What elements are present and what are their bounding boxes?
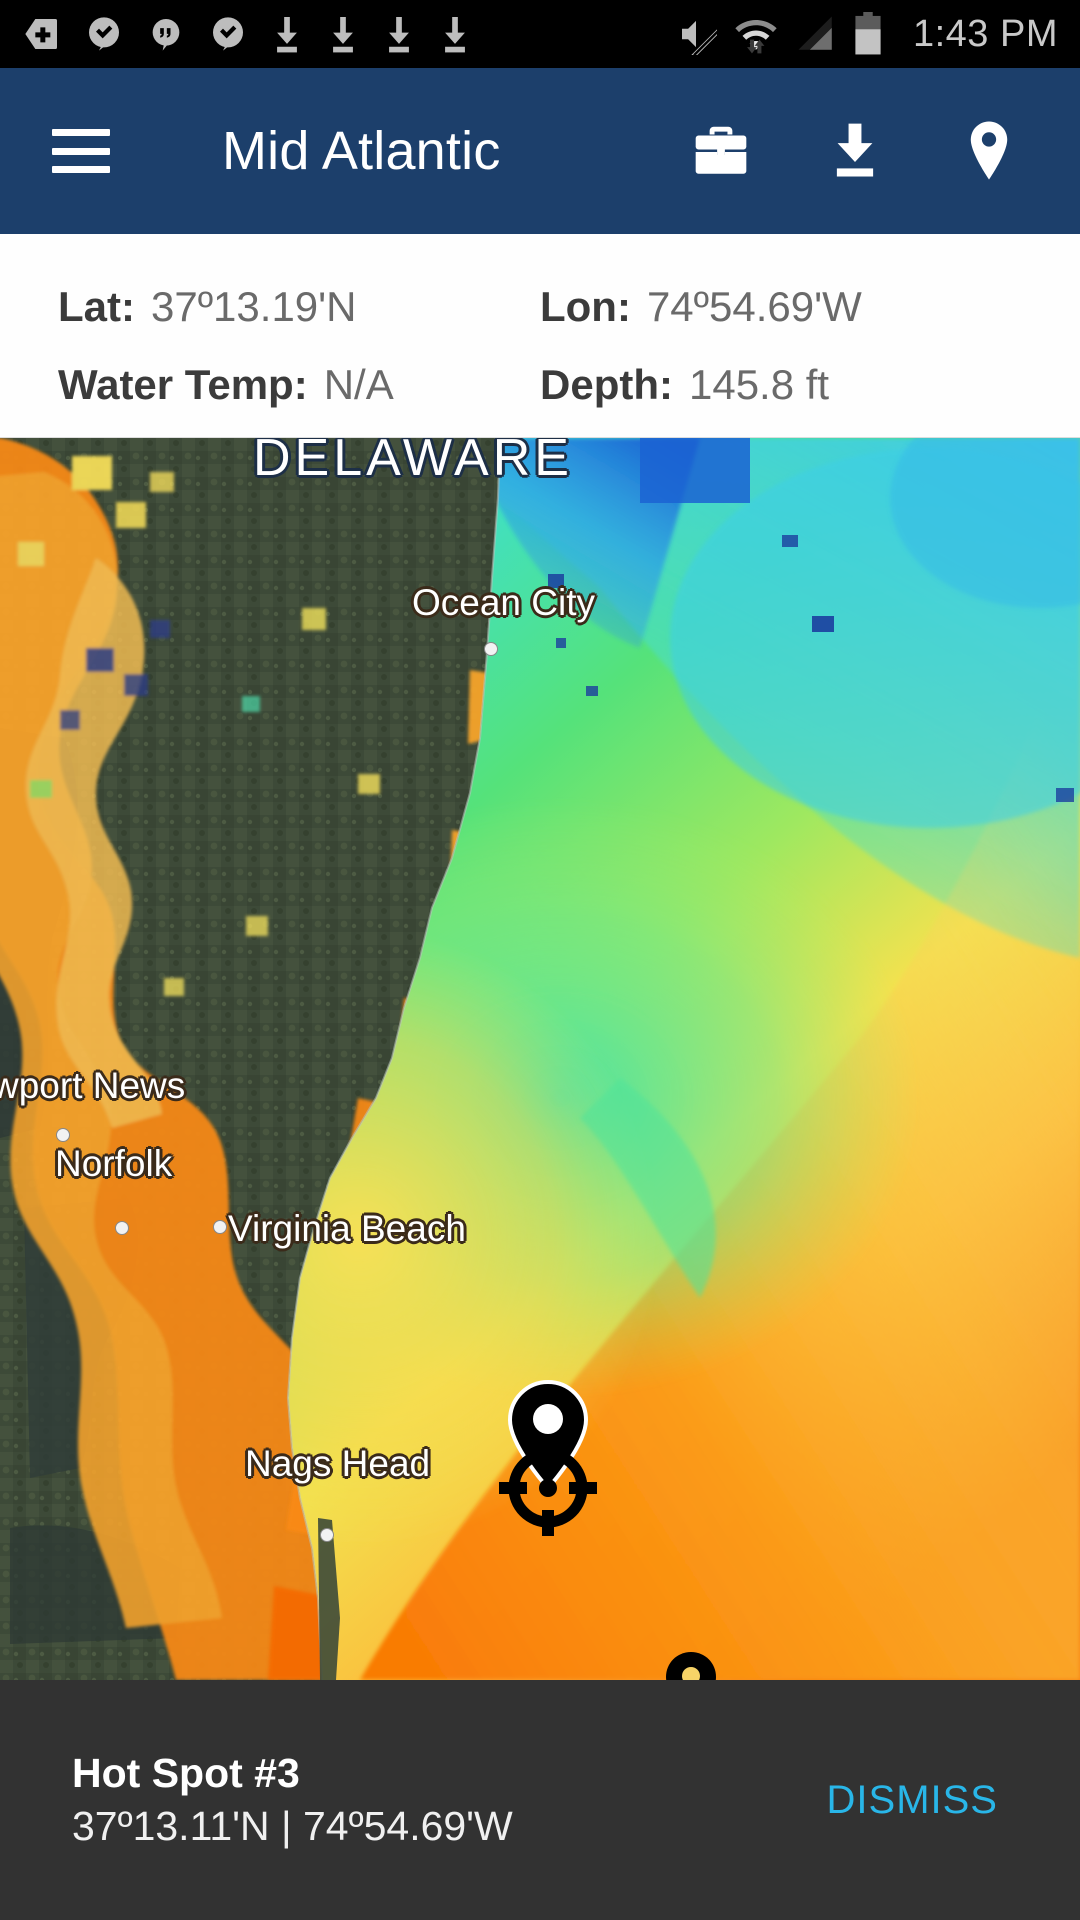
dismiss-button[interactable]: DISMISS xyxy=(827,1778,1080,1823)
lat-label: Lat: xyxy=(58,283,135,330)
map-marker-selected-hotspot[interactable] xyxy=(493,1376,603,1536)
city-dot xyxy=(115,1221,129,1235)
snackbar: Hot Spot #3 37º13.11'N | 74º54.69'W DISM… xyxy=(0,1680,1080,1920)
water-temp-label: Water Temp: xyxy=(58,361,308,408)
status-notification-icons xyxy=(0,14,472,54)
city-dot xyxy=(213,1220,227,1234)
app-bar-actions xyxy=(688,118,1080,184)
download-to-line-icon xyxy=(836,123,874,177)
water-temp-field: Water Temp: N/A xyxy=(0,361,540,409)
lon-value: 74º54.69'W xyxy=(646,283,862,330)
city-dot xyxy=(484,642,498,656)
city-dot xyxy=(320,1528,334,1542)
coordinate-info-panel: Lat: 37º13.19'N Lon: 74º54.69'W Water Te… xyxy=(0,234,1080,438)
download-icon xyxy=(445,17,465,53)
app-bar: Mid Atlantic xyxy=(0,68,1080,234)
page-title: Mid Atlantic xyxy=(222,121,501,181)
location-button[interactable] xyxy=(956,118,1022,184)
plus-tag-icon xyxy=(25,19,57,49)
status-bar: 1:43 PM xyxy=(0,0,1080,68)
depth-value: 145.8 ft xyxy=(688,361,830,408)
hamburger-menu-icon[interactable] xyxy=(52,129,110,173)
map-pin-icon xyxy=(970,121,1008,180)
wifi-data-transfer-icon xyxy=(735,20,777,54)
snackbar-subtitle: 37º13.11'N | 74º54.69'W xyxy=(72,1803,513,1849)
volume-mute-icon xyxy=(681,20,717,55)
quote-bubble-icon xyxy=(152,19,180,51)
info-row-conditions: Water Temp: N/A Depth: 145.8 ft xyxy=(0,346,1080,424)
lon-label: Lon: xyxy=(540,283,631,330)
toolbox-button[interactable] xyxy=(688,118,754,184)
download-icon xyxy=(277,17,297,53)
message-check-icon xyxy=(89,17,119,51)
battery-icon xyxy=(855,12,881,55)
cell-signal-icon xyxy=(798,16,832,50)
status-system-icons: 1:43 PM xyxy=(675,12,1080,56)
briefcase-icon xyxy=(695,126,747,174)
status-clock: 1:43 PM xyxy=(912,12,1058,55)
snackbar-text: Hot Spot #3 37º13.11'N | 74º54.69'W xyxy=(0,1750,513,1850)
download-icon xyxy=(389,17,409,53)
city-dot xyxy=(56,1128,70,1142)
lat-field: Lat: 37º13.19'N xyxy=(0,283,540,331)
message-check-icon xyxy=(213,17,243,51)
map-marker-hotspot[interactable] xyxy=(664,1650,718,1680)
depth-label: Depth: xyxy=(540,361,673,408)
app-screen: 1:43 PM Mid Atlantic Lat: 37º13.19'N Lon… xyxy=(0,0,1080,1920)
depth-field: Depth: 145.8 ft xyxy=(540,361,1080,409)
water-temp-value: N/A xyxy=(323,361,394,408)
download-icon xyxy=(333,17,353,53)
lat-value: 37º13.19'N xyxy=(151,283,357,330)
download-button[interactable] xyxy=(822,118,888,184)
lon-field: Lon: 74º54.69'W xyxy=(540,283,1080,331)
snackbar-title: Hot Spot #3 xyxy=(72,1750,300,1796)
info-row-coordinates: Lat: 37º13.19'N Lon: 74º54.69'W xyxy=(0,268,1080,346)
sst-map[interactable]: DELAWARE Ocean City wport News Norfolk V… xyxy=(0,438,1080,1680)
